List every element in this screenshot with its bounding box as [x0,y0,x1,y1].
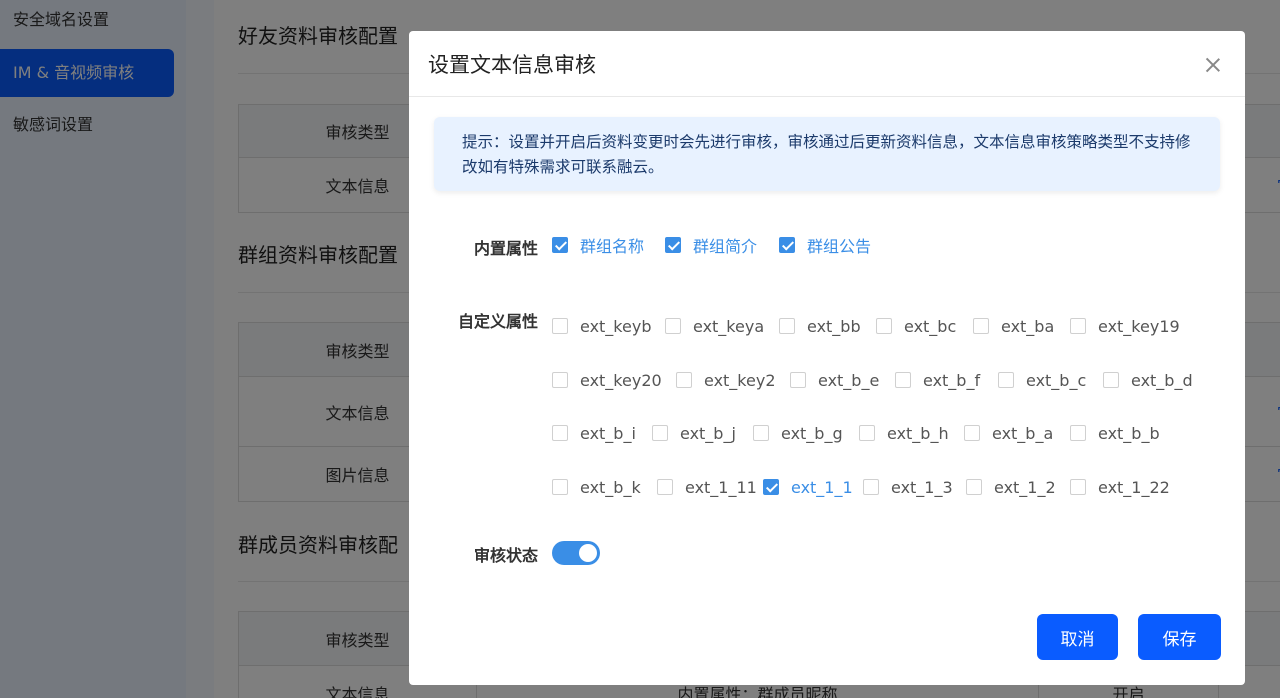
checkbox-ext_1_2[interactable]: ext_1_2 [966,475,1056,499]
checkbox-label: 群组名称 [580,237,645,256]
checkbox-unchecked-icon[interactable] [676,372,692,388]
save-button[interactable]: 保存 [1138,614,1221,660]
checkbox-ext_keyb[interactable]: ext_keyb [552,314,651,338]
checkbox-label: ext_b_d [1131,370,1193,390]
toggle-knob [579,544,597,562]
checkbox-label: 群组简介 [693,237,758,256]
checkbox-unchecked-icon[interactable] [863,479,879,495]
checkbox-checked-icon[interactable] [552,237,568,253]
checkbox-ext_1_1[interactable]: ext_1_1 [763,475,853,499]
checkbox-unchecked-icon[interactable] [859,425,875,441]
checkbox-ext_keya[interactable]: ext_keya [665,314,764,338]
checkbox-label: ext_1_2 [994,477,1056,497]
checkbox-ext_b_e[interactable]: ext_b_e [790,368,879,392]
checkbox-label: ext_b_g [781,423,843,443]
checkbox-ext_b_c[interactable]: ext_b_c [998,368,1086,392]
checkbox-ext_b_i[interactable]: ext_b_i [552,421,636,445]
checkbox-unchecked-icon[interactable] [779,318,795,334]
checkbox-unchecked-icon[interactable] [753,425,769,441]
checkbox-ext_b_h[interactable]: ext_b_h [859,421,949,445]
dialog-header: 设置文本信息审核 [409,31,1245,97]
checkbox-group-name[interactable]: 群组名称 [552,233,644,257]
checkbox-unchecked-icon[interactable] [790,372,806,388]
checkbox-label: ext_key19 [1098,316,1180,336]
checkbox-label: ext_b_h [887,423,949,443]
checkbox-group-notice[interactable]: 群组公告 [779,233,871,257]
checkbox-label: ext_key2 [704,370,776,390]
checkbox-unchecked-icon[interactable] [665,318,681,334]
checkbox-group-intro[interactable]: 群组简介 [665,233,757,257]
checkbox-label: ext_b_i [580,423,636,443]
checkbox-checked-icon[interactable] [779,237,795,253]
checkbox-label: ext_key20 [580,370,662,390]
custom-attributes-label: 自定义属性 [457,312,538,331]
checkbox-ext_b_j[interactable]: ext_b_j [652,421,736,445]
checkbox-ext_b_f[interactable]: ext_b_f [895,368,980,392]
checkbox-label: ext_b_a [992,423,1054,443]
checkbox-ext_bb[interactable]: ext_bb [779,314,861,338]
cancel-button[interactable]: 取消 [1037,614,1118,660]
checkbox-ext_b_d[interactable]: ext_b_d [1103,368,1193,392]
checkbox-ext_b_a[interactable]: ext_b_a [964,421,1053,445]
checkbox-label: ext_1_22 [1098,477,1170,497]
dialog-title: 设置文本信息审核 [428,53,596,77]
checkbox-label: ext_b_f [923,370,981,390]
checkbox-ext_b_g[interactable]: ext_b_g [753,421,843,445]
checkbox-label: ext_keya [693,316,765,336]
checkbox-unchecked-icon[interactable] [552,372,568,388]
checkbox-ext_bc[interactable]: ext_bc [876,314,956,338]
checkbox-label: ext_1_11 [685,477,757,497]
checkbox-unchecked-icon[interactable] [552,318,568,334]
checkbox-unchecked-icon[interactable] [652,425,668,441]
checkbox-label: ext_b_k [580,477,641,497]
checkbox-unchecked-icon[interactable] [998,372,1014,388]
checkbox-label: ext_bb [807,316,861,336]
checkbox-ext_b_b[interactable]: ext_b_b [1070,421,1160,445]
checkbox-label: ext_b_e [818,370,880,390]
checkbox-unchecked-icon[interactable] [657,479,673,495]
checkbox-ext_1_3[interactable]: ext_1_3 [863,475,953,499]
checkbox-label: ext_1_3 [891,477,953,497]
checkbox-unchecked-icon[interactable] [552,425,568,441]
text-audit-dialog: 设置文本信息审核 提示：设置并开启后资料变更时会先进行审核，审核通过后更新资料信… [409,31,1245,685]
checkbox-label: ext_keyb [580,316,652,336]
checkbox-ext_1_22[interactable]: ext_1_22 [1070,475,1170,499]
checkbox-label: ext_b_j [680,423,736,443]
checkbox-unchecked-icon[interactable] [1070,479,1086,495]
checkbox-unchecked-icon[interactable] [876,318,892,334]
checkbox-checked-icon[interactable] [763,479,779,495]
checkbox-label: 群组公告 [807,237,872,256]
audit-status-toggle[interactable] [552,541,600,565]
checkbox-ext_1_11[interactable]: ext_1_11 [657,475,757,499]
checkbox-label: ext_bc [904,316,957,336]
audit-status-label: 审核状态 [473,546,538,565]
checkbox-ext_ba[interactable]: ext_ba [973,314,1054,338]
checkbox-unchecked-icon[interactable] [973,318,989,334]
checkbox-ext_key19[interactable]: ext_key19 [1070,314,1180,338]
checkbox-unchecked-icon[interactable] [1070,425,1086,441]
checkbox-label: ext_b_c [1026,370,1087,390]
checkbox-unchecked-icon[interactable] [964,425,980,441]
builtin-attributes-label: 内置属性 [473,239,538,258]
checkbox-ext_key20[interactable]: ext_key20 [552,368,662,392]
tip-banner: 提示：设置并开启后资料变更时会先进行审核，审核通过后更新资料信息，文本信息审核策… [434,117,1220,191]
checkbox-unchecked-icon[interactable] [1070,318,1086,334]
checkbox-ext_b_k[interactable]: ext_b_k [552,475,641,499]
checkbox-unchecked-icon[interactable] [552,479,568,495]
checkbox-label: ext_ba [1001,316,1055,336]
checkbox-checked-icon[interactable] [665,237,681,253]
checkbox-label: ext_b_b [1098,423,1160,443]
checkbox-ext_key2[interactable]: ext_key2 [676,368,776,392]
checkbox-unchecked-icon[interactable] [895,372,911,388]
checkbox-label: ext_1_1 [791,477,853,497]
checkbox-unchecked-icon[interactable] [966,479,982,495]
checkbox-unchecked-icon[interactable] [1103,372,1119,388]
close-icon[interactable] [1205,57,1221,73]
